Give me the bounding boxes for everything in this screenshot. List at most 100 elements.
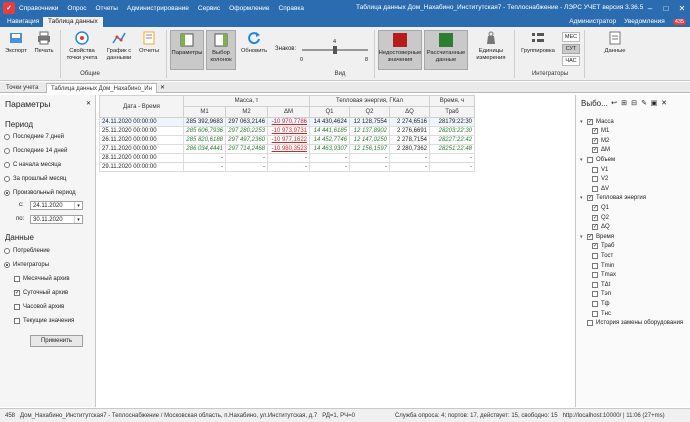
tree-item[interactable]: Tmin	[592, 261, 614, 270]
meter-properties-button[interactable]: Свойства точки учета	[64, 30, 100, 61]
checkbox[interactable]: ✓	[587, 118, 593, 125]
tree-item[interactable]: ✓ M1	[592, 127, 609, 136]
checkbox[interactable]	[14, 304, 20, 310]
tab-navigation[interactable]: Навигация	[2, 17, 44, 27]
tree-item[interactable]: V1	[592, 165, 608, 174]
radio[interactable]	[4, 190, 10, 196]
to-date-field[interactable]: 30.11.2020 ▾	[30, 215, 83, 224]
checkbox[interactable]: ✓	[587, 233, 593, 240]
menu-item[interactable]: Администрирование	[127, 5, 189, 12]
checkbox[interactable]	[592, 262, 598, 269]
checkbox[interactable]: ✓	[592, 224, 598, 231]
table-row[interactable]: 27.11.2020 00:00:00 286 034,4441 297 714…	[99, 144, 475, 154]
radio[interactable]	[4, 148, 10, 154]
parameters-button[interactable]: Параметры	[170, 30, 204, 70]
column-header-dm[interactable]: ΔM	[267, 106, 310, 118]
pane-close-icon[interactable]: ✕	[86, 100, 91, 107]
radio[interactable]	[4, 162, 10, 168]
period-option-last-month[interactable]: За прошлый месяц	[4, 176, 66, 182]
refresh-button[interactable]: Обновить	[239, 30, 269, 55]
period-option-7days[interactable]: Последние 7 дней	[4, 134, 64, 140]
menu-item[interactable]: Сервис	[198, 5, 220, 12]
data-option-consumption[interactable]: Потребление	[4, 248, 50, 254]
menu-item[interactable]: Отчеты	[95, 5, 117, 12]
tree-expander-icon[interactable]: ▾	[580, 195, 586, 201]
tree-item[interactable]: Tф	[592, 299, 610, 308]
checkbox[interactable]: ✓	[592, 137, 598, 144]
column-header-q1[interactable]: Q1	[309, 106, 350, 118]
month-button[interactable]: МЕС	[562, 32, 580, 42]
tree-item[interactable]: ✓ Q1	[592, 203, 609, 212]
tree-item[interactable]: История замены оборудования	[580, 319, 683, 328]
print-button[interactable]: Печать	[32, 30, 56, 55]
radio[interactable]	[4, 134, 10, 140]
reports-button[interactable]: Отчеты	[136, 30, 162, 55]
tree-item[interactable]: V2	[592, 175, 608, 184]
tree-item[interactable]: Tmax	[592, 271, 616, 280]
column-header-q2[interactable]: Q2	[349, 106, 390, 118]
radio[interactable]	[4, 176, 10, 182]
tree-item[interactable]: ▾ ✓ Время	[580, 232, 614, 241]
table-row[interactable]: 26.11.2020 00:00:00 285 820,6188 297 497…	[99, 135, 475, 145]
checkbox[interactable]: ✓	[592, 243, 598, 250]
units-button[interactable]: Единицы измерения	[471, 30, 511, 61]
checkbox[interactable]	[592, 252, 598, 259]
grouping-button[interactable]: Группировка	[518, 30, 558, 55]
graph-button[interactable]: График с данными	[104, 30, 134, 61]
tree-item[interactable]: ✓ M2	[592, 136, 609, 145]
hour-button[interactable]: ЧАС	[562, 56, 580, 66]
column-header-datetime[interactable]: Дата - Время	[99, 95, 184, 118]
checkbox[interactable]	[592, 166, 598, 173]
from-date-field[interactable]: 24.11.2020 ▾	[30, 201, 83, 210]
tree-item[interactable]: ✓ ΔM	[592, 146, 610, 155]
tree-item[interactable]: Тост	[592, 251, 613, 260]
archive-current[interactable]: Текущие значения	[14, 318, 74, 324]
apply-button[interactable]: Применить	[30, 335, 83, 347]
column-header-trab[interactable]: Траб	[429, 106, 475, 118]
tab-metering-points[interactable]: Точки учета	[2, 83, 42, 93]
column-header-dq[interactable]: ΔQ	[389, 106, 430, 118]
close-icon[interactable]: ✕	[674, 0, 690, 16]
tree-item[interactable]: ▾ ✓ Тепловая энергия	[580, 194, 646, 203]
tree-item[interactable]: ✓ Q2	[592, 213, 609, 222]
tree-item[interactable]: ✓ Траб	[592, 242, 614, 251]
period-option-14days[interactable]: Последние 14 дней	[4, 148, 67, 154]
tree-expander-icon[interactable]: ▾	[580, 234, 586, 240]
checkbox[interactable]: ✓	[592, 128, 598, 135]
pane-close-icon[interactable]: ✕	[660, 100, 668, 108]
checkbox[interactable]	[592, 300, 598, 307]
close-tab-icon[interactable]: ✕	[160, 84, 165, 91]
tree-item[interactable]: Tэп	[592, 290, 611, 299]
user-menu[interactable]: Администратор	[569, 18, 616, 25]
tab-data-table-doc[interactable]: Таблица данных Дом_Нахабино_Ин	[46, 83, 157, 93]
data-button[interactable]: Данные	[600, 30, 630, 55]
choose-columns-button[interactable]: Выбор колонок	[206, 30, 236, 70]
table-row[interactable]: 24.11.2020 00:00:00 285 392,9683 297 063…	[99, 117, 475, 127]
tree-item[interactable]: Tнс	[592, 309, 611, 318]
radio[interactable]	[4, 262, 10, 268]
radio[interactable]	[4, 248, 10, 254]
tree-item[interactable]: ▾ Объем	[580, 155, 615, 164]
checkbox[interactable]	[592, 310, 598, 317]
checkbox[interactable]	[587, 156, 593, 163]
column-header-m1[interactable]: M1	[183, 106, 226, 118]
menu-item[interactable]: Справка	[279, 5, 305, 12]
calculated-data-button[interactable]: Рассчитанные данные	[424, 30, 468, 70]
tab-data-table[interactable]: Таблица данных	[43, 17, 103, 27]
checkbox[interactable]	[592, 272, 598, 279]
save-icon[interactable]: ▣	[650, 100, 658, 108]
undo-icon[interactable]: ↩	[610, 100, 618, 108]
tree-expander-icon[interactable]: ▾	[580, 157, 586, 163]
column-header-m2[interactable]: M2	[225, 106, 268, 118]
notifications-link[interactable]: Уведомления	[624, 18, 665, 25]
checkbox[interactable]: ✓	[587, 195, 593, 202]
tree-item[interactable]: TΔt	[592, 280, 610, 289]
dropdown-arrow-icon[interactable]: ▾	[74, 202, 82, 209]
maximize-icon[interactable]: □	[658, 0, 674, 16]
archive-monthly[interactable]: Месячный архив	[14, 276, 70, 282]
checkbox[interactable]: ✓	[592, 204, 598, 211]
menu-item[interactable]: Опрос	[67, 5, 86, 12]
dropdown-arrow-icon[interactable]: ▾	[74, 216, 82, 223]
archive-daily[interactable]: ✓ Суточный архив	[14, 290, 68, 296]
archive-hourly[interactable]: Часовой архив	[14, 304, 64, 310]
